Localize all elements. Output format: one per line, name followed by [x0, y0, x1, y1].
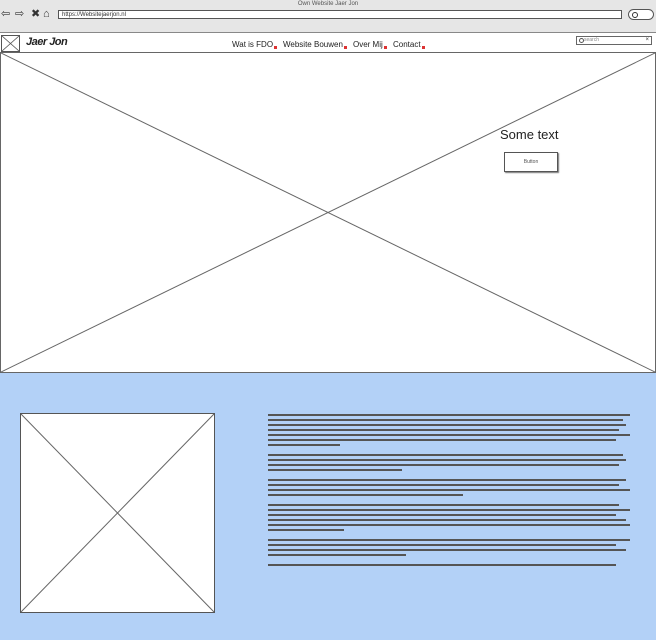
home-icon[interactable]: ⌂ [43, 9, 50, 20]
content-image-placeholder [20, 413, 215, 613]
stop-icon[interactable]: ✖ [31, 9, 40, 20]
text-line [268, 459, 627, 461]
text-line [268, 454, 623, 456]
browser-search[interactable] [628, 9, 654, 20]
text-line [268, 479, 627, 481]
clear-icon[interactable]: × [645, 37, 649, 44]
nav-link-over-mij[interactable]: Over Mij [353, 40, 387, 49]
nav-link-website-bouwen[interactable]: Website Bouwen [283, 40, 347, 49]
text-line [268, 429, 620, 431]
text-line [268, 549, 627, 551]
back-icon[interactable]: ⇦ [1, 9, 10, 20]
search-placeholder: search [584, 37, 600, 43]
hero-text: Some text [500, 127, 559, 142]
text-line [268, 464, 620, 466]
site-search-input[interactable]: search × [576, 36, 652, 45]
text-line [268, 439, 616, 441]
body-paragraph [268, 504, 630, 531]
text-line [268, 504, 620, 506]
url-bar[interactable]: https://Websitejaerjon.nl [58, 10, 622, 19]
text-line [268, 494, 464, 496]
search-icon [632, 12, 638, 18]
text-line [268, 554, 406, 556]
text-line [268, 524, 630, 526]
text-line [268, 469, 402, 471]
nav-link-contact[interactable]: Contact [393, 40, 425, 49]
text-line [268, 509, 630, 511]
forward-icon[interactable]: ⇨ [15, 9, 24, 20]
hero-button[interactable]: Button [504, 152, 558, 172]
text-line [268, 564, 616, 566]
nav-link-wat-is-fdo[interactable]: Wat is FDO [232, 40, 278, 49]
body-paragraph [268, 414, 630, 446]
body-paragraph [268, 454, 630, 471]
text-line [268, 484, 620, 486]
body-text-block [268, 414, 630, 574]
text-line [268, 529, 345, 531]
logo-image-placeholder [1, 35, 20, 52]
body-paragraph [268, 539, 630, 556]
text-line [268, 539, 630, 541]
text-line [268, 514, 616, 516]
text-line [268, 414, 630, 416]
text-line [268, 419, 623, 421]
logo-text[interactable]: Jaer Jon [26, 36, 68, 48]
window-title: Own Website Jaer Jon [297, 1, 359, 7]
body-paragraph [268, 564, 630, 566]
text-line [268, 434, 630, 436]
body-paragraph [268, 479, 630, 496]
text-line [268, 519, 627, 521]
text-line [268, 489, 630, 491]
hero-image-placeholder [0, 52, 656, 373]
text-line [268, 544, 616, 546]
text-line [268, 444, 341, 446]
search-icon [579, 38, 584, 43]
text-line [268, 424, 627, 426]
